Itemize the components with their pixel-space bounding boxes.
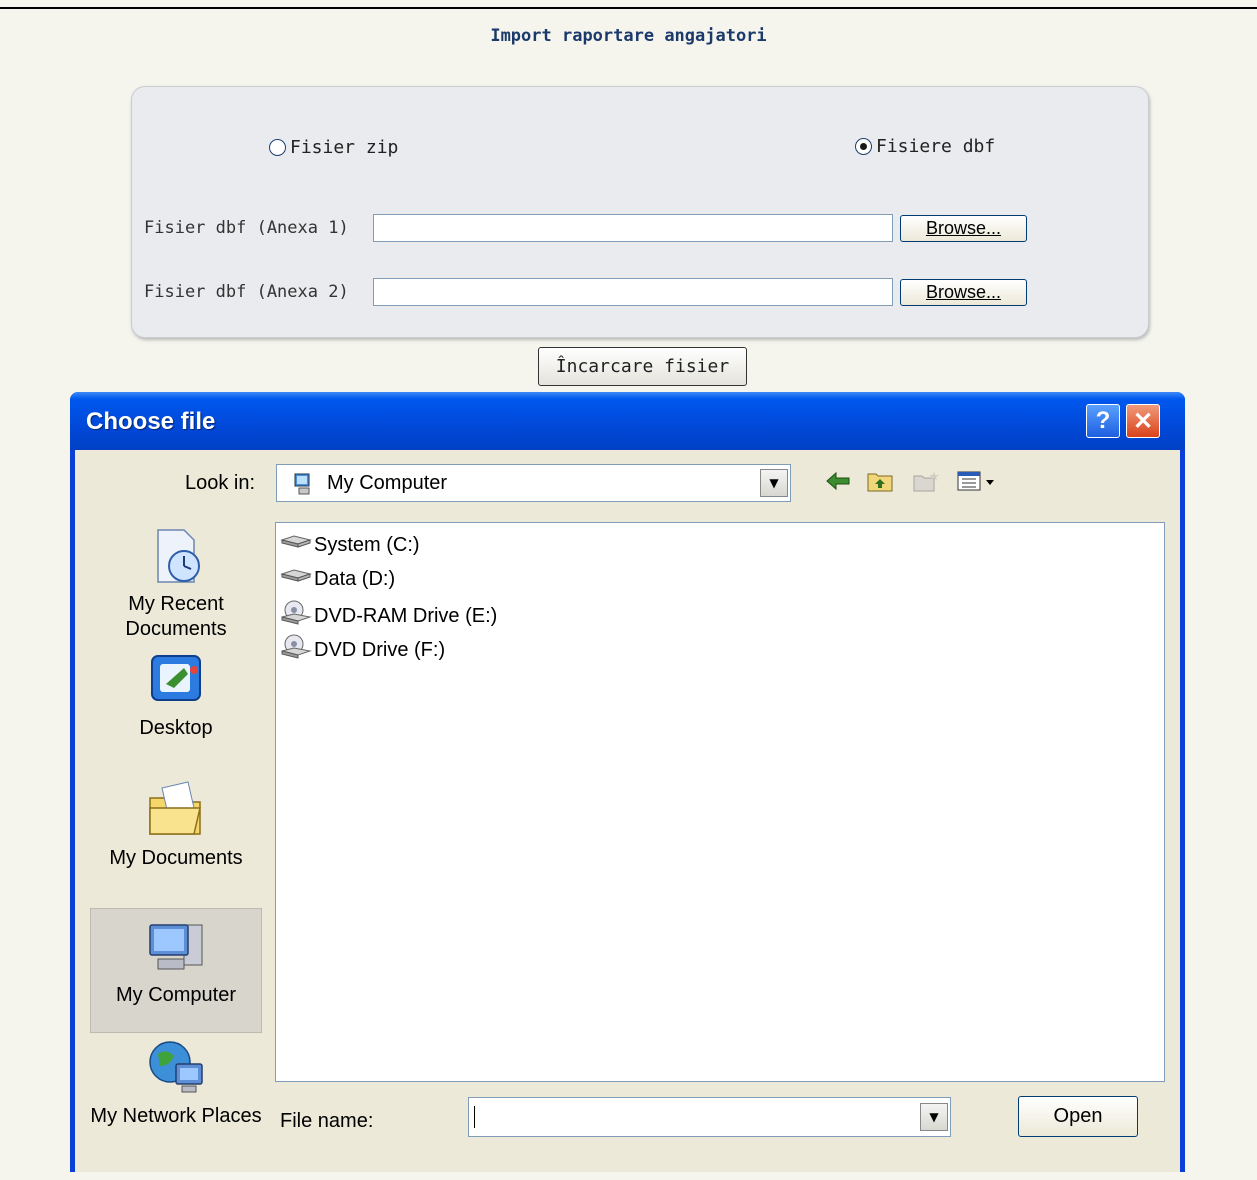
file-name-combo[interactable]: ▼ bbox=[468, 1097, 951, 1137]
file-name-dropdown-arrow[interactable]: ▼ bbox=[920, 1103, 948, 1131]
dialog-titlebar[interactable]: Choose file ? ✕ bbox=[70, 392, 1185, 450]
help-button[interactable]: ? bbox=[1086, 404, 1120, 438]
anexa1-browse-button[interactable]: Browse... bbox=[900, 215, 1027, 242]
top-divider bbox=[0, 7, 1257, 9]
radio-zip-label: Fisier zip bbox=[290, 137, 399, 158]
new-folder-icon bbox=[911, 466, 941, 496]
list-item-label: Data (D:) bbox=[314, 567, 396, 590]
close-button[interactable]: ✕ bbox=[1126, 404, 1160, 438]
list-item-label: System (C:) bbox=[314, 533, 420, 556]
list-item[interactable]: Data (D:) bbox=[280, 566, 395, 592]
hard-drive-icon bbox=[280, 566, 312, 592]
list-item-label: DVD Drive (F:) bbox=[314, 638, 446, 661]
place-my-documents[interactable]: My Documents bbox=[90, 778, 262, 871]
open-button[interactable]: Open bbox=[1018, 1096, 1138, 1137]
place-my-recent-documents[interactable]: My Recent Documents bbox=[90, 524, 262, 642]
place-label: My Computer bbox=[115, 984, 237, 1006]
my-computer-icon bbox=[144, 915, 208, 979]
look-in-value: My Computer bbox=[327, 472, 448, 494]
list-item-label: DVD-RAM Drive (E:) bbox=[314, 604, 498, 627]
dialog-client-area: Look in: My Computer ▼ My Recent Documen… bbox=[75, 450, 1180, 1172]
choose-file-dialog: Choose file ? ✕ Look in: My Computer ▼ M… bbox=[70, 392, 1185, 1172]
file-name-label: File name: bbox=[280, 1110, 374, 1132]
place-label: Desktop bbox=[139, 717, 213, 739]
place-label: My Recent Documents bbox=[125, 593, 227, 640]
anexa1-label: Fisier dbf (Anexa 1) bbox=[144, 218, 349, 238]
radio-dbf-label: Fisiere dbf bbox=[876, 136, 996, 157]
up-folder-icon[interactable] bbox=[865, 466, 895, 496]
network-places-icon bbox=[144, 1036, 208, 1100]
dialog-title: Choose file bbox=[86, 408, 216, 435]
file-list[interactable]: System (C:) Data (D:) DVD-RAM Drive (E:)… bbox=[275, 522, 1165, 1082]
list-item[interactable]: DVD Drive (F:) bbox=[280, 633, 445, 667]
radio-dbf[interactable] bbox=[855, 138, 872, 155]
place-my-computer[interactable]: My Computer bbox=[90, 908, 262, 1033]
dvd-drive-icon bbox=[280, 633, 312, 667]
radio-zip[interactable] bbox=[269, 139, 286, 156]
view-menu-icon[interactable] bbox=[955, 466, 1001, 496]
places-bar: My Recent Documents Desktop My Documents… bbox=[90, 510, 262, 1180]
place-label: My Network Places bbox=[90, 1105, 262, 1127]
look-in-combo[interactable]: My Computer ▼ bbox=[276, 464, 791, 502]
list-item[interactable]: DVD-RAM Drive (E:) bbox=[280, 599, 497, 633]
place-desktop[interactable]: Desktop bbox=[90, 648, 262, 741]
look-in-dropdown-arrow[interactable]: ▼ bbox=[760, 469, 788, 497]
dvd-drive-icon bbox=[280, 599, 312, 633]
my-documents-icon bbox=[144, 778, 208, 842]
my-computer-small-icon bbox=[291, 471, 317, 501]
place-my-network-places[interactable]: My Network Places bbox=[90, 1036, 262, 1129]
radio-dbf-option[interactable]: Fisiere dbf bbox=[855, 136, 995, 157]
radio-zip-option[interactable]: Fisier zip bbox=[269, 137, 398, 158]
anexa2-file-input[interactable] bbox=[373, 278, 893, 306]
back-icon[interactable] bbox=[823, 466, 853, 496]
desktop-icon bbox=[144, 648, 208, 712]
import-form-panel: Fisier zip Fisiere dbf Fisier dbf (Anexa… bbox=[131, 86, 1149, 338]
upload-file-button[interactable]: Încarcare fisier bbox=[538, 347, 747, 386]
place-label: My Documents bbox=[109, 847, 243, 869]
anexa2-label: Fisier dbf (Anexa 2) bbox=[144, 282, 349, 302]
anexa2-browse-button[interactable]: Browse... bbox=[900, 279, 1027, 306]
text-caret bbox=[474, 1106, 475, 1128]
page-title: Import raportare angajatori bbox=[490, 26, 767, 46]
hard-drive-icon bbox=[280, 532, 312, 558]
list-item[interactable]: System (C:) bbox=[280, 532, 420, 558]
look-in-label: Look in: bbox=[185, 472, 256, 494]
anexa1-file-input[interactable] bbox=[373, 214, 893, 242]
recent-documents-icon bbox=[144, 524, 208, 588]
